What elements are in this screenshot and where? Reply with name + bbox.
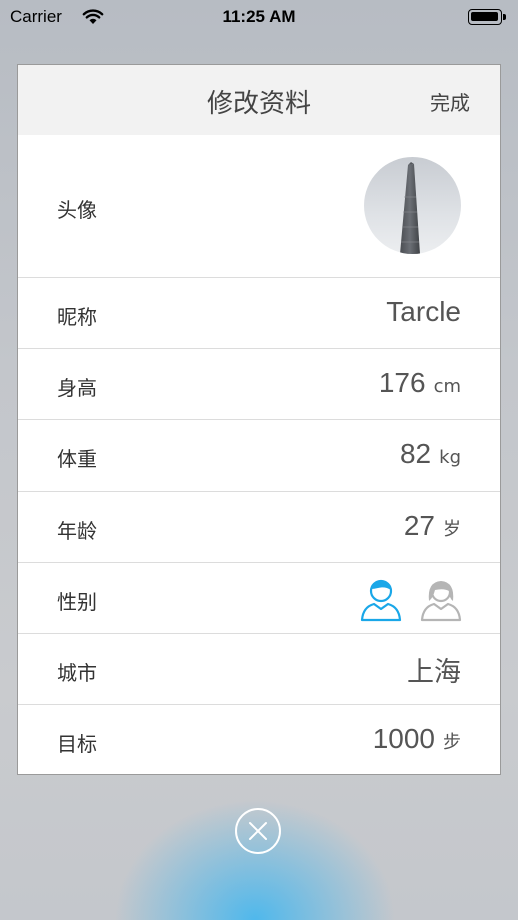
avatar-image	[364, 157, 461, 254]
weight-value: 82 kg	[400, 438, 461, 470]
nickname-text: Tarcle	[386, 296, 461, 327]
height-label: 身高	[57, 376, 97, 400]
age-number: 27	[403, 510, 435, 541]
height-row[interactable]: 身高 176 cm	[18, 348, 500, 419]
goal-row[interactable]: 目标 1000 步	[18, 704, 500, 774]
close-icon	[249, 822, 267, 840]
height-number: 176	[378, 367, 426, 398]
dialog-title: 修改资料	[206, 89, 311, 119]
dialog-header: 修改资料 完成	[18, 65, 500, 135]
goal-unit: 步	[443, 732, 461, 753]
age-value: 27 岁	[404, 510, 461, 542]
edit-profile-dialog: 修改资料 完成 头像 昵称 Tarcle 身高 176 cm 体重 82 kg …	[17, 64, 501, 775]
age-label: 年龄	[57, 519, 97, 543]
close-button[interactable]	[235, 808, 281, 854]
weight-unit: kg	[439, 447, 461, 468]
avatar-label: 头像	[57, 198, 97, 222]
avatar[interactable]	[364, 157, 461, 254]
city-row[interactable]: 城市 上海	[18, 633, 500, 704]
height-value: 176 cm	[379, 367, 461, 399]
nickname-value: Tarcle	[386, 296, 461, 328]
male-user-icon[interactable]	[358, 576, 404, 622]
age-row[interactable]: 年龄 27 岁	[18, 491, 500, 562]
city-value: 上海	[407, 650, 461, 689]
nickname-label: 昵称	[57, 305, 97, 329]
city-text: 上海	[407, 657, 461, 688]
female-user-icon[interactable]	[418, 576, 464, 622]
goal-number: 1000	[372, 723, 435, 754]
status-bar: Carrier 11:25 AM	[0, 0, 518, 34]
weight-number: 82	[399, 438, 432, 469]
weight-row[interactable]: 体重 82 kg	[18, 419, 500, 491]
goal-label: 目标	[57, 732, 97, 756]
gender-row: 性别	[18, 562, 500, 633]
avatar-row[interactable]: 头像	[18, 135, 500, 277]
weight-label: 体重	[57, 447, 97, 471]
age-unit: 岁	[443, 519, 461, 540]
nickname-row[interactable]: 昵称 Tarcle	[18, 277, 500, 348]
height-unit: cm	[433, 376, 461, 397]
goal-value: 1000 步	[373, 723, 461, 755]
status-time: 11:25 AM	[222, 7, 296, 26]
city-label: 城市	[57, 661, 97, 685]
gender-label: 性别	[57, 590, 97, 614]
battery-icon	[468, 9, 506, 25]
done-button[interactable]: 完成	[430, 87, 470, 116]
